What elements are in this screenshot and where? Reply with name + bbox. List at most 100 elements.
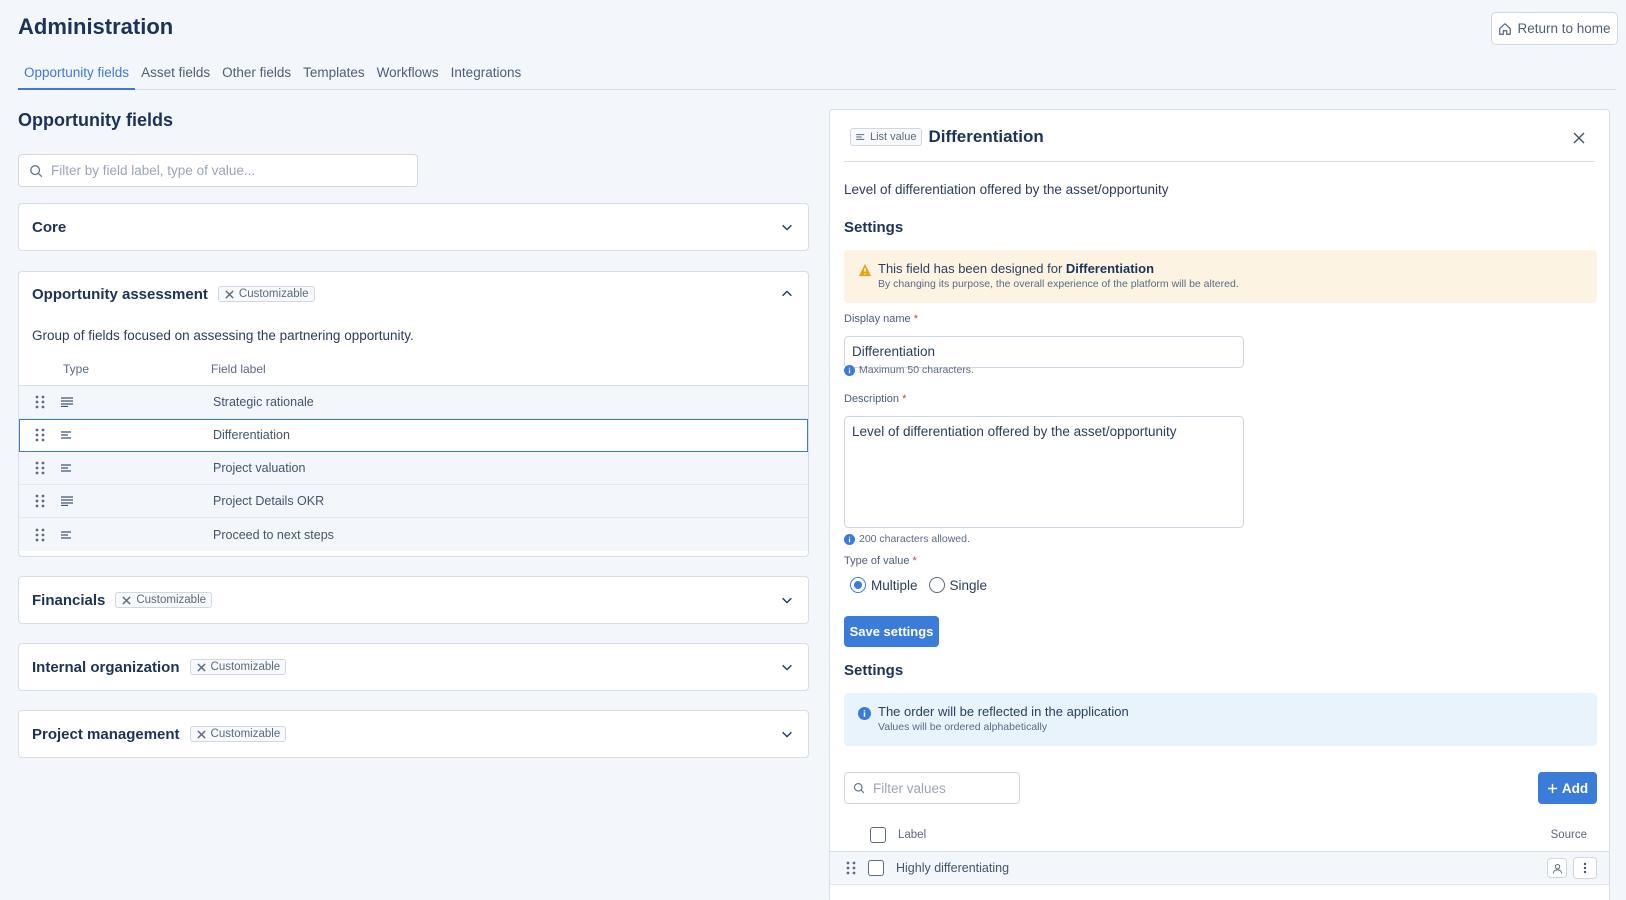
tab-templates[interactable]: Templates [297,60,371,90]
group-financials-header[interactable]: Financials Customizable [19,577,808,623]
warning-title: This field has been designed for Differe… [878,261,1154,276]
table-row[interactable]: Project Details OKR [19,485,808,518]
section-title: Opportunity fields [18,110,173,130]
customizable-label: Customizable [136,594,207,606]
info-title: The order will be reflected in the appli… [878,704,1129,719]
table-row[interactable]: Proceed to next steps [19,518,808,551]
settings-heading: Settings [844,219,904,236]
tools-icon [196,729,206,739]
field-label: Differentiation [213,428,290,442]
tools-icon [225,289,234,299]
home-icon [1499,22,1512,35]
field-label: Strategic rationale [213,395,314,409]
warning-icon [858,263,872,277]
admin-tabs: Opportunity fields Asset fields Other fi… [18,60,1616,90]
drag-handle-icon[interactable] [35,427,45,443]
tab-other-fields[interactable]: Other fields [216,60,297,90]
drag-handle-icon[interactable] [35,493,45,509]
radio-single-label[interactable]: Single [950,578,988,593]
list-value-badge: List value [850,128,923,146]
chevron-down-icon[interactable] [780,660,794,674]
tab-opportunity-fields[interactable]: Opportunity fields [18,60,136,90]
info-icon [858,707,871,720]
filter-values-input[interactable]: Filter values [844,772,1020,804]
col-source: Source [1550,828,1587,841]
col-type: Type [63,361,90,376]
drag-handle-icon[interactable] [846,860,856,876]
return-home-label: Return to home [1517,21,1611,36]
group-assessment-header[interactable]: Opportunity assessment Customizable [19,272,808,316]
tab-integrations[interactable]: Integrations [445,60,528,90]
info-banner: The order will be reflected in the appli… [844,693,1597,746]
field-label: Proceed to next steps [213,527,334,542]
list-value-icon [61,464,71,472]
chevron-down-icon[interactable] [780,727,794,741]
settings-heading-2: Settings [844,662,904,679]
drag-handle-icon[interactable] [35,394,45,410]
more-vertical-icon [1583,862,1587,874]
fields-table-body: Strategic rationale Differentiation Proj… [19,386,808,551]
value-checkbox[interactable] [868,860,884,876]
chevron-up-icon[interactable] [780,287,794,301]
customizable-badge: Customizable [189,726,287,742]
more-options-button[interactable] [1573,857,1597,879]
table-row[interactable]: Strategic rationale [19,386,808,419]
panel-title: Differentiation [928,127,1044,146]
display-name-hint: Maximum 50 characters. [844,364,974,376]
select-all-checkbox[interactable] [870,826,886,843]
tab-asset-fields[interactable]: Asset fields [135,60,216,90]
info-detail: Values will be ordered alphabetically [878,721,1048,733]
group-assessment-title: Opportunity assessment [32,285,208,303]
description-label-text: Description [844,393,900,405]
return-home-button[interactable]: Return to home [1491,12,1618,45]
plus-icon [1547,783,1557,793]
drag-handle-icon[interactable] [35,460,45,476]
group-core-header[interactable]: Core [19,204,808,250]
long-text-icon [61,397,73,407]
field-filter-input[interactable]: Filter by field label, type of value... [18,154,418,187]
info-icon [844,364,855,376]
type-of-value-group: Multiple Single [850,577,987,593]
customizable-label: Customizable [210,661,281,673]
required-mark: * [912,555,917,567]
add-value-label: Add [1561,780,1589,796]
description-label: Description * [844,393,906,405]
table-row[interactable]: Differentiation [19,419,808,452]
chevron-down-icon[interactable] [780,220,794,234]
warning-detail: By changing its purpose, the overall exp… [878,278,1239,290]
field-detail-panel: List value Differentiation Level of diff… [829,109,1610,900]
group-assessment-description: Group of fields focused on assessing the… [32,328,414,343]
field-filter-placeholder: Filter by field label, type of value... [51,163,256,178]
customizable-label: Customizable [238,288,309,300]
add-value-button[interactable]: Add [1538,772,1597,804]
description-textarea[interactable]: Level of differentiation offered by the … [844,416,1244,528]
group-internal-header[interactable]: Internal organization Customizable [19,644,808,690]
value-label: Highly differentiating [896,861,1010,875]
table-row[interactable]: Project valuation [19,452,808,485]
source-badge [1547,858,1567,878]
save-settings-button[interactable]: Save settings [844,616,939,647]
radio-multiple[interactable] [850,577,866,593]
page-title: Administration [18,14,174,39]
warning-banner: This field has been designed for Differe… [844,250,1597,303]
customizable-badge: Customizable [115,592,213,608]
field-label: Project valuation [213,461,306,475]
group-project-management: Project management Customizable [18,710,809,758]
search-icon [853,782,865,794]
group-financials-title: Financials [32,591,106,609]
tab-workflows[interactable]: Workflows [371,60,445,90]
drag-handle-icon[interactable] [35,527,45,543]
group-project-header[interactable]: Project management Customizable [19,711,808,757]
required-mark: * [902,393,907,405]
radio-single[interactable] [928,577,945,593]
fields-table-header: Type Field label [19,352,808,386]
value-row[interactable]: Highly differentiating [830,852,1609,885]
group-assessment: Opportunity assessment Customizable Grou… [18,271,809,557]
list-value-icon [61,530,71,539]
radio-multiple-label[interactable]: Multiple [871,578,918,593]
user-icon [1552,863,1562,874]
display-name-hint-text: Maximum 50 characters. [859,364,974,376]
col-label: Label [898,828,927,841]
close-icon[interactable] [1573,132,1585,144]
chevron-down-icon[interactable] [780,593,794,607]
